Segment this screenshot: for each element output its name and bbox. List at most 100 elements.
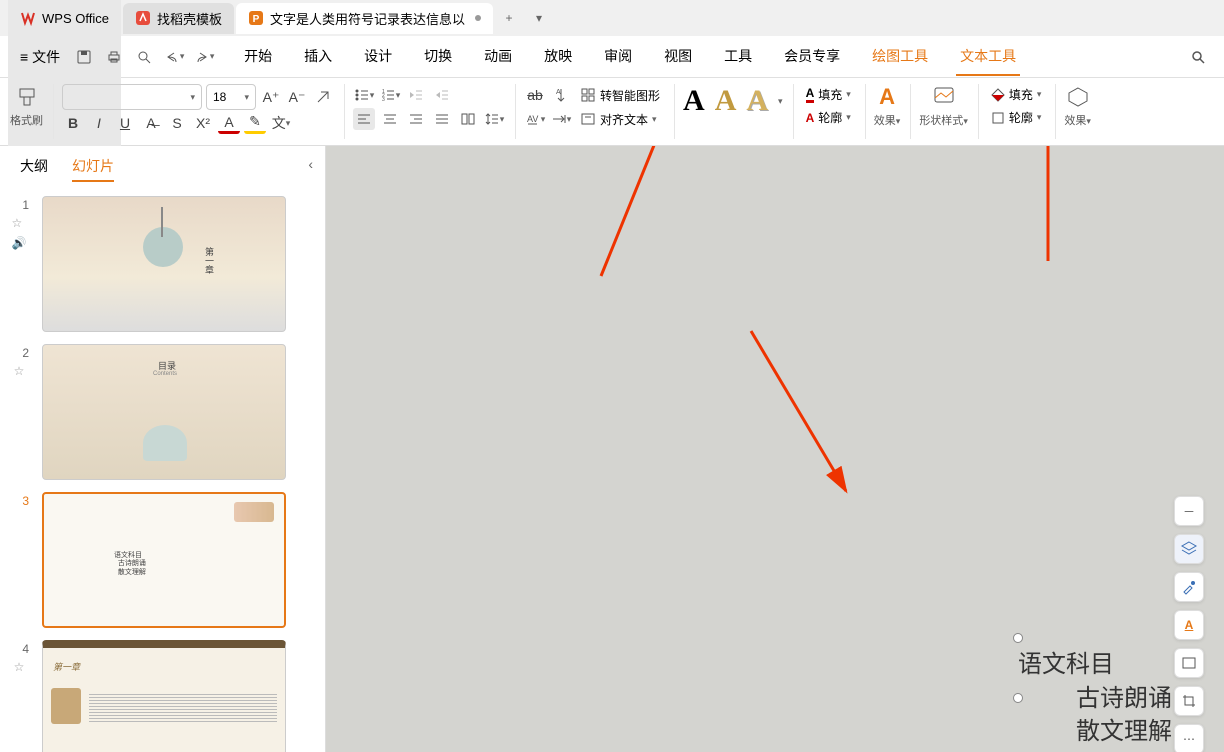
strike-button[interactable]: A̶ [140,112,162,134]
decrease-indent-button[interactable] [405,84,427,106]
preview-button[interactable] [130,43,158,71]
text-direction-v-button[interactable]: A [550,84,572,106]
wordart-more-button[interactable]: ▾ [778,96,783,107]
tab-button[interactable]: ▾ [550,108,572,130]
tab-document[interactable]: P 文字是人类用符号记录表达信息以 [236,3,493,34]
new-tab-button[interactable]: + [495,4,523,32]
shape-effects-label[interactable]: 效果▾ [1064,112,1091,128]
tab-member[interactable]: 会员专享 [780,38,844,76]
grow-font-button[interactable]: A⁺ [260,86,282,108]
tab-transition[interactable]: 切换 [420,38,456,76]
format-painter-group: 格式刷 [10,84,54,139]
thumb-row: 1 ☆ 🔊 第一章 [4,196,321,332]
undo-button[interactable]: ▾ [160,43,188,71]
tab-tools[interactable]: 工具 [720,38,756,76]
print-button[interactable] [100,43,128,71]
resize-handle-nw[interactable] [1013,633,1023,643]
tab-start[interactable]: 开始 [240,38,276,76]
highlight-button[interactable]: ✎ [244,112,266,134]
tab-view[interactable]: 视图 [660,38,696,76]
wordart-style-3[interactable]: A [746,84,768,118]
more-button[interactable]: ⋯ [1174,724,1204,752]
shrink-font-button[interactable]: A⁻ [286,86,308,108]
font-family-select[interactable]: ▾ [62,84,202,110]
shape-style-label[interactable]: 形状样式▾ [919,112,968,128]
shadow-button[interactable]: S [166,112,188,134]
fit-button[interactable] [1174,648,1204,678]
text-direction-h-button[interactable]: ab [524,84,546,106]
tab-review[interactable]: 审阅 [600,38,636,76]
align-text-button[interactable]: 对齐文本▾ [576,109,661,130]
align-justify-button[interactable] [431,108,453,130]
shape-outline-button[interactable]: 轮廓▾ [987,107,1046,128]
tab-text-tools[interactable]: 文本工具 [956,38,1020,76]
tab-insert[interactable]: 插入 [300,38,336,76]
tab-menu-button[interactable]: ▾ [525,4,553,32]
slide-thumbnail-2[interactable]: 目录 Contents [42,344,286,480]
crop-button[interactable] [1174,686,1204,716]
annotation-arrow-3 [746,326,856,501]
format-painter-icon[interactable] [14,84,40,110]
text-effects-group: A 效果▾ [874,84,912,139]
slide-thumbnail-4[interactable]: 第一章 [42,640,286,752]
slide-thumbnail-1[interactable]: 第一章 [42,196,286,332]
text-effects-label[interactable]: 效果▾ [874,112,901,128]
numbering-button[interactable]: 123▾ [379,84,401,106]
smart-graphic-button[interactable]: 转智能图形 [576,85,664,106]
underline-button[interactable]: U [114,112,136,134]
shape-effects-icon[interactable] [1065,84,1091,110]
panel-tab-slides[interactable]: 幻灯片 [72,156,114,182]
thumb-number: 2 [9,344,29,360]
text-outline-button[interactable]: A轮廓▾ [802,107,855,128]
tab-animation[interactable]: 动画 [480,38,516,76]
bullets-button[interactable]: ▾ [353,84,375,106]
tab-design[interactable]: 设计 [360,38,396,76]
align-right-button[interactable] [405,108,427,130]
slide-panel: 大纲 幻灯片 ‹ 1 ☆ 🔊 第一章 [0,146,326,752]
file-menu[interactable]: ≡ 文件 [12,43,68,71]
search-button[interactable] [1184,43,1212,71]
clear-format-button[interactable] [312,86,334,108]
underline-tool-button[interactable]: A [1174,610,1204,640]
wordart-style-1[interactable]: A [683,84,705,118]
bold-button[interactable]: B [62,112,84,134]
zoom-out-button[interactable]: － [1174,496,1204,526]
superscript-button[interactable]: X² [192,112,214,134]
svg-text:AV: AV [527,114,538,124]
align-center-button[interactable] [379,108,401,130]
align-left-button[interactable] [353,108,375,130]
panel-collapse-button[interactable]: ‹ [308,156,313,172]
tab-template[interactable]: 找稻壳模板 [123,3,234,34]
speaker-icon: 🔊 [12,236,27,250]
thumb-row: 4 ☆ 第一章 [4,640,321,752]
text-style-group: A填充▾ A轮廓▾ [802,84,866,139]
tab-slideshow[interactable]: 放映 [540,38,576,76]
tab-template-label: 找稻壳模板 [157,9,222,28]
tab-document-label: 文字是人类用符号记录表达信息以 [270,9,465,28]
text-fill-button[interactable]: A填充▾ [802,84,855,105]
columns-button[interactable] [457,108,479,130]
app-name: WPS Office [42,11,109,26]
line-spacing-button[interactable]: ▾ [483,108,505,130]
layers-button[interactable] [1174,534,1204,564]
save-button[interactable] [70,43,98,71]
increase-indent-button[interactable] [431,84,453,106]
unsaved-indicator-icon [475,15,481,21]
wordart-style-2[interactable]: A [715,84,737,118]
tab-drawing-tools[interactable]: 绘图工具 [868,38,932,76]
shape-style-icon[interactable] [931,84,957,110]
change-case-button[interactable]: 文▾ [270,112,292,134]
font-size-select[interactable]: 18▾ [206,84,256,110]
text-effects-icon[interactable]: A [874,84,900,110]
slide-thumbnail-3[interactable]: 语文科目 古诗朗诵 散文理解 [42,492,286,628]
italic-button[interactable]: I [88,112,110,134]
font-color-button[interactable]: A [218,112,240,134]
docer-icon [135,10,151,26]
eyedropper-button[interactable] [1174,572,1204,602]
canvas[interactable]: ⟲ 语文科目 古诗朗诵 散文理解 [326,146,1224,752]
shape-fill-button[interactable]: 填充▾ [987,84,1046,105]
panel-tab-outline[interactable]: 大纲 [20,156,48,182]
shape-format-group: 填充▾ 轮廓▾ [987,84,1057,139]
char-spacing-button[interactable]: AV▾ [524,108,546,130]
redo-button[interactable]: ▾ [190,43,218,71]
